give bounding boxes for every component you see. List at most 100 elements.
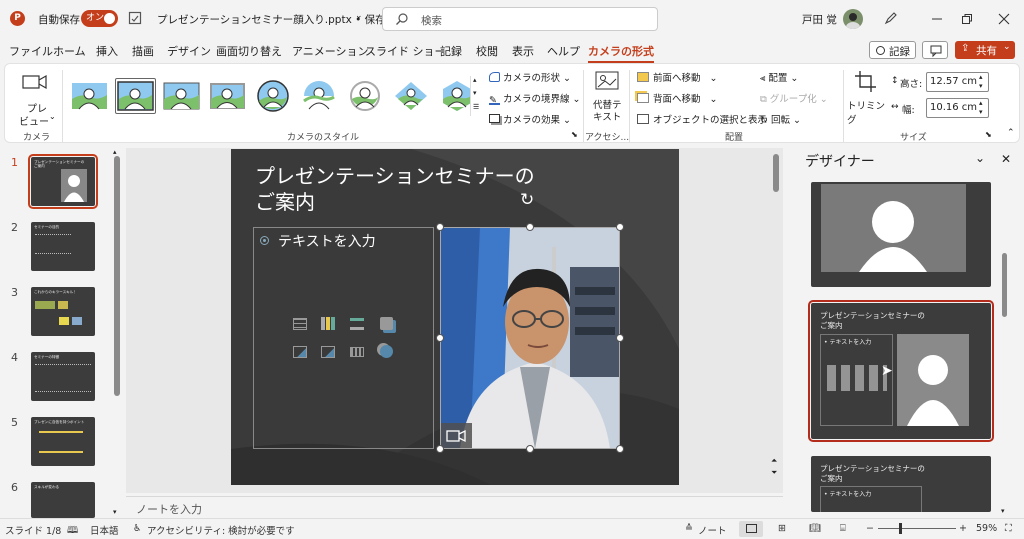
send-backward-button[interactable]: 背面へ移動 ⌄ [637,91,718,105]
align-button[interactable]: ⫷ 配置 ⌄ [760,70,798,84]
gallery-scroll[interactable]: ▴ ▾ ☰ [470,76,481,116]
pen-icon[interactable] [884,11,898,25]
document-title[interactable]: プレゼンテーションセミナー顔入り.pptx • 保存中... [157,12,406,27]
tab-draw[interactable]: 描画 [132,43,154,59]
rotate-handle-icon[interactable]: ↻ [520,190,534,210]
slide-thumbnail-5[interactable]: プレゼンに自信を持つポイント [31,417,95,466]
dialog-launcher-icon[interactable]: ⬊ [985,130,992,139]
reading-view-icon[interactable]: 📖︎ [809,523,821,534]
tab-design[interactable]: デザイン [167,43,211,59]
design-idea-1[interactable] [811,182,991,287]
zoom-slider-thumb[interactable] [899,523,902,534]
comment-button[interactable] [922,41,948,59]
slide-thumbnail-2[interactable]: セミナーの目的 [31,222,95,271]
bring-forward-button[interactable]: 前面へ移動 ⌄ [637,70,718,84]
search-box[interactable]: 検索 [382,7,658,31]
current-slide[interactable]: プレゼンテーションセミナーの ご案内 テキストを入力 ↻ [231,149,679,485]
insert-chart-icon[interactable] [321,317,335,330]
tab-camera-format[interactable]: カメラの形式 [588,43,654,63]
camera-style-8[interactable] [391,78,432,114]
camera-style-5[interactable] [253,78,294,114]
avatar[interactable] [843,9,863,29]
tab-animations[interactable]: アニメーション [292,43,369,59]
chevron-down-icon[interactable]: ⌄ [975,151,985,165]
camera-style-3[interactable] [161,78,202,114]
save-status-icon[interactable] [128,11,142,25]
thumbnails-scrollbar[interactable] [114,156,120,396]
normal-view-icon[interactable] [739,521,763,537]
zoom-slider[interactable] [878,523,956,534]
record-button[interactable]: 記録 [869,41,916,59]
notes-icon[interactable]: ≙ [685,523,693,534]
autosave-toggle[interactable]: オン [81,10,118,27]
design-idea-2[interactable]: プレゼンテーションセミナーの ご案内 • テキストを入力 ➤ [808,300,994,442]
rotate-button[interactable]: ↻ 回転 ⌄ [760,112,801,126]
close-icon[interactable] [997,12,1011,26]
tab-help[interactable]: ヘルプ [547,43,580,59]
collapse-ribbon-icon[interactable]: ⌃ [1007,128,1015,138]
preview-button[interactable]: プレ ビュー ⌄ [15,70,56,128]
tab-insert[interactable]: 挿入 [96,43,118,59]
slide-thumbnail-1[interactable]: プレゼンテーションセミナーの ご案内 [28,154,98,209]
language[interactable]: 日本語 [90,523,119,537]
insert-3d-model-icon[interactable] [380,317,393,330]
resize-handle[interactable] [526,445,534,453]
fit-to-window-icon[interactable]: ⛶ [1005,523,1012,534]
slideshow-icon[interactable]: ⌸ [840,523,846,534]
spinner-icon[interactable]: ▴ ▾ [979,99,983,117]
accessibility-icon[interactable]: ♿︎ [133,523,142,534]
scroll-up-icon[interactable]: ▴ [113,148,117,156]
camera-style-7[interactable] [345,78,386,114]
crop-button[interactable]: トリミング [847,70,885,126]
camera-border-button[interactable]: ✎ カメラの境界線 ⌄ [489,91,581,106]
resize-handle[interactable] [436,445,444,453]
resize-handle[interactable] [526,223,534,231]
slide-thumbnail-4[interactable]: セミナーの特徴 [31,352,95,401]
slide-title[interactable]: プレゼンテーションセミナーの ご案内 [255,163,535,215]
width-input[interactable]: 10.16 cm ▴ ▾ [926,98,989,118]
designer-scrollbar[interactable] [1002,253,1007,317]
canvas-scrollbar[interactable] [773,154,779,192]
insert-video-icon[interactable] [350,347,364,357]
design-idea-3[interactable]: プレゼンテーションセミナーの ご案内 • テキストを入力 [811,456,991,512]
close-icon[interactable]: ✕ [1001,152,1011,166]
slide-sorter-icon[interactable]: ⊞ [778,523,786,534]
tab-home[interactable]: ホーム [53,43,86,59]
user-name[interactable]: 戸田 覚 [802,12,837,27]
camera-style-4[interactable] [207,78,248,114]
resize-handle[interactable] [616,334,624,342]
spinner-icon[interactable]: ▴ ▾ [979,73,983,91]
zoom-out-icon[interactable]: − [866,523,874,534]
restore-icon[interactable] [960,12,974,26]
dialog-launcher-icon[interactable]: ⬊ [571,130,578,139]
insert-picture-icon[interactable] [293,346,307,358]
scroll-down-icon[interactable]: ▾ [113,508,117,516]
notes-pane[interactable]: ノートを入力 [126,496,783,518]
slide-thumbnail-6[interactable]: スキルが変わる [31,482,95,518]
insert-icon-icon[interactable] [380,345,393,358]
camera-style-1[interactable] [69,78,110,114]
share-button[interactable]: ⇪ 共有 ⌄ [955,41,1015,59]
tab-transitions[interactable]: 画面切り替え [216,43,282,59]
scroll-down-icon[interactable]: ▾ [1001,507,1005,515]
resize-handle[interactable] [436,334,444,342]
insert-online-picture-icon[interactable] [321,346,335,358]
chevron-down-icon[interactable]: ⌄ [355,11,363,21]
content-placeholder[interactable]: テキストを入力 [253,227,434,449]
minimize-icon[interactable] [930,12,944,26]
zoom-in-icon[interactable]: + [959,523,967,534]
prev-slide-icon[interactable]: ⏶ [771,456,777,466]
camera-style-2[interactable] [115,78,156,114]
spellcheck-icon[interactable]: 🕮 [67,523,78,539]
accessibility-status[interactable]: アクセシビリティ: 検討が必要です [147,523,295,537]
tab-view[interactable]: 表示 [512,43,534,59]
selection-pane-button[interactable]: オブジェクトの選択と表示 [637,112,767,126]
resize-handle[interactable] [616,223,624,231]
alt-text-button[interactable]: 代替テ キスト [589,70,625,126]
insert-smartart-icon[interactable] [350,318,364,330]
next-slide-icon[interactable]: ⏷ [771,468,777,478]
camera-style-6[interactable] [299,78,340,114]
zoom-level[interactable]: 59% [976,523,997,534]
resize-handle[interactable] [616,445,624,453]
slide-thumbnail-3[interactable]: これからのキラースキル！ [31,287,95,336]
